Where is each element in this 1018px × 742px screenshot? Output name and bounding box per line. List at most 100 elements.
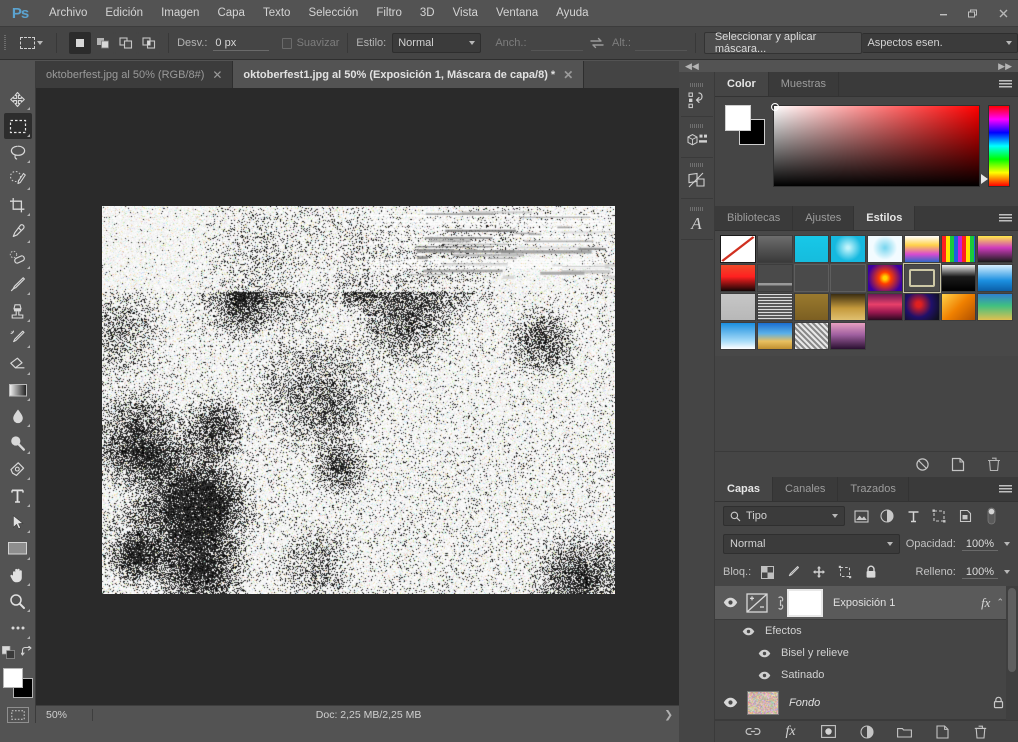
new-group-icon[interactable]: [895, 722, 915, 742]
zoom-level[interactable]: 50%: [36, 709, 92, 721]
filter-type-icon[interactable]: [903, 506, 923, 526]
style-swatch-orange-gold[interactable]: [941, 293, 977, 321]
style-swatch-beach[interactable]: [757, 322, 793, 350]
tool-path-selection[interactable]: [4, 510, 32, 535]
delete-layer-icon[interactable]: [971, 722, 991, 742]
lock-image-icon[interactable]: [783, 562, 803, 582]
default-colors-icon[interactable]: [2, 646, 15, 662]
panel-tab-color[interactable]: Color: [715, 72, 769, 96]
style-swatch-splatter[interactable]: [904, 293, 940, 321]
panel-tab-ajustes[interactable]: Ajustes: [793, 206, 854, 230]
tool-eraser[interactable]: [4, 351, 32, 376]
effect-visibility-icon[interactable]: [753, 671, 775, 680]
layer-mask-link-icon[interactable]: [773, 595, 787, 611]
clear-style-icon[interactable]: [912, 455, 932, 475]
layer-list-scrollbar[interactable]: [1006, 586, 1018, 720]
menu-item-archivo[interactable]: Archivo: [40, 0, 96, 26]
add-mask-icon[interactable]: [819, 722, 839, 742]
layer-effect-item[interactable]: Satinado: [715, 664, 1018, 686]
swap-dimensions-button[interactable]: [589, 33, 607, 53]
width-input[interactable]: [531, 36, 583, 51]
hue-ramp[interactable]: [988, 105, 1010, 187]
tool-rectangular-marquee[interactable]: [4, 113, 32, 138]
panel-tab-muestras[interactable]: Muestras: [769, 72, 839, 96]
style-swatch-cyan-glow[interactable]: [830, 235, 866, 263]
style-swatch-black-chrome[interactable]: [941, 264, 977, 292]
layer-name[interactable]: Exposición 1: [823, 597, 981, 609]
tool-dodge[interactable]: [4, 430, 32, 455]
style-swatch-basic-drop-shadow[interactable]: [757, 235, 793, 263]
document-image[interactable]: [102, 206, 615, 594]
menu-item-imagen[interactable]: Imagen: [152, 0, 208, 26]
menu-item-3d[interactable]: 3D: [411, 0, 444, 26]
antialias-checkbox[interactable]: [282, 38, 292, 49]
layer-effects-group[interactable]: Efectos: [715, 620, 1018, 642]
intersect-with-selection-button[interactable]: [138, 32, 160, 54]
layer-effect-item[interactable]: Bisel y relieve: [715, 642, 1018, 664]
layer-row[interactable]: Exposición 1 fx ⌃: [715, 586, 1018, 620]
options-bar-grip[interactable]: [4, 33, 11, 53]
tool-eyedropper[interactable]: [4, 219, 32, 244]
chevron-down-icon[interactable]: [1004, 570, 1010, 574]
tool-clone-stamp[interactable]: [4, 298, 32, 323]
layers-panel-menu-button[interactable]: [999, 477, 1012, 502]
style-swatch-gold-dull[interactable]: [794, 293, 830, 321]
style-swatch-rainbow-soft[interactable]: [904, 235, 940, 263]
history-panel-icon[interactable]: [681, 76, 713, 117]
add-to-selection-button[interactable]: [92, 32, 114, 54]
styles-panel-menu-button[interactable]: [999, 206, 1012, 231]
layer-visibility-icon[interactable]: [719, 697, 741, 708]
tool-edit-toolbar[interactable]: [4, 615, 32, 640]
canvas-area[interactable]: [36, 88, 679, 705]
character-panel-icon[interactable]: A: [681, 199, 713, 240]
style-swatch-pink-stripes[interactable]: [867, 293, 903, 321]
style-swatch-empty-frame-b[interactable]: [830, 264, 866, 292]
feather-input[interactable]: [213, 36, 269, 51]
menu-item-ayuda[interactable]: Ayuda: [547, 0, 597, 26]
link-layers-icon[interactable]: [743, 722, 763, 742]
tool-blur[interactable]: [4, 404, 32, 429]
style-swatch-green-blue[interactable]: [977, 293, 1013, 321]
new-selection-button[interactable]: [69, 32, 91, 54]
tool-brush[interactable]: [4, 272, 32, 297]
lock-artboard-icon[interactable]: [835, 562, 855, 582]
menu-item-capa[interactable]: Capa: [208, 0, 254, 26]
style-swatch-bevel-outline[interactable]: [904, 264, 940, 292]
foreground-color-swatch[interactable]: [3, 668, 23, 688]
style-select[interactable]: Normal: [392, 33, 481, 53]
delete-style-icon[interactable]: [984, 455, 1004, 475]
menu-item-texto[interactable]: Texto: [254, 0, 300, 26]
workspace-select[interactable]: Aspectos esen.: [862, 33, 1018, 53]
filter-shape-icon[interactable]: [929, 506, 949, 526]
tool-quick-selection[interactable]: [4, 166, 32, 191]
foreground-background-color[interactable]: [3, 668, 33, 697]
color-panel-menu-button[interactable]: [999, 72, 1012, 97]
chevron-down-icon[interactable]: [1004, 542, 1010, 546]
lock-all-icon[interactable]: [861, 562, 881, 582]
style-swatch-noise-grey[interactable]: [794, 322, 830, 350]
tool-gradient[interactable]: [4, 378, 32, 403]
style-swatch-empty-frame-a[interactable]: [794, 264, 830, 292]
color-picker-field[interactable]: [773, 105, 980, 187]
tool-zoom[interactable]: [4, 589, 32, 614]
scrollbar-thumb[interactable]: [1008, 588, 1016, 672]
style-swatch-sky-fade[interactable]: [720, 322, 756, 350]
tool-crop[interactable]: [4, 193, 32, 218]
add-style-icon[interactable]: fx: [781, 722, 801, 742]
select-and-mask-button[interactable]: Seleccionar y aplicar máscara...: [704, 32, 863, 54]
document-tab[interactable]: oktoberfest1.jpg al 50% (Exposición 1, M…: [233, 61, 584, 88]
style-swatch-thin-line[interactable]: [757, 264, 793, 292]
properties-panel-icon[interactable]: [681, 158, 713, 199]
style-swatch-blue-sky[interactable]: [977, 264, 1013, 292]
tool-spot-healing-brush[interactable]: [4, 246, 32, 271]
style-swatch-red-gradient[interactable]: [720, 264, 756, 292]
layer-effects-indicator[interactable]: fx: [981, 595, 996, 611]
subtract-from-selection-button[interactable]: [115, 32, 137, 54]
effects-visibility-icon[interactable]: [737, 627, 759, 636]
collapse-left-icon[interactable]: ◀◀: [685, 61, 699, 72]
panel-tab-estilos[interactable]: Estilos: [854, 206, 915, 230]
status-expand-icon[interactable]: ❯: [664, 709, 673, 721]
new-layer-icon[interactable]: [933, 722, 953, 742]
style-swatch-none[interactable]: [720, 235, 756, 263]
layer-thumbnail[interactable]: [747, 691, 779, 715]
